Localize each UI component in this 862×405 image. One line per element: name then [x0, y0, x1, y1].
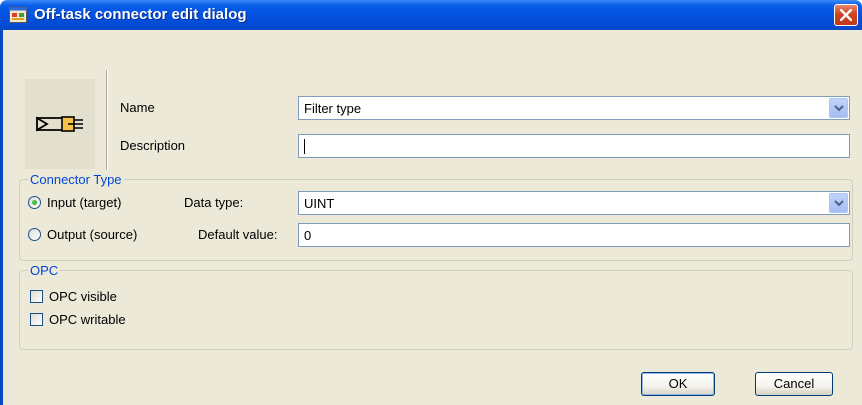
opc-legend: OPC — [28, 263, 61, 278]
vertical-divider-highlight — [107, 70, 108, 170]
close-icon — [840, 9, 852, 21]
dialog-title: Off-task connector edit dialog — [34, 6, 247, 23]
name-dropdown-button[interactable] — [829, 98, 848, 118]
cancel-button[interactable]: Cancel — [755, 372, 833, 396]
connector-icon-panel — [25, 79, 95, 169]
input-target-label[interactable]: Input (target) — [47, 195, 121, 210]
default-value-value: 0 — [304, 228, 312, 243]
output-source-label[interactable]: Output (source) — [47, 227, 137, 242]
name-combobox[interactable]: Filter type — [298, 96, 850, 120]
connector-type-legend: Connector Type — [28, 172, 124, 187]
name-value: Filter type — [304, 101, 362, 116]
default-value-field[interactable]: 0 — [298, 223, 850, 247]
output-source-radio[interactable] — [28, 228, 41, 241]
chevron-down-icon — [834, 105, 844, 112]
opc-writable-checkbox[interactable] — [30, 313, 43, 326]
text-caret — [304, 139, 305, 154]
input-target-radio[interactable] — [28, 196, 41, 209]
data-type-combobox[interactable]: UINT — [298, 191, 850, 215]
data-type-label: Data type: — [184, 195, 244, 210]
title-bar: Off-task connector edit dialog — [0, 0, 862, 30]
opc-visible-label[interactable]: OPC visible — [49, 289, 117, 304]
opc-visible-checkbox[interactable] — [30, 290, 43, 303]
data-type-value: UINT — [304, 196, 335, 211]
close-button[interactable] — [834, 4, 858, 26]
ok-button[interactable]: OK — [641, 372, 715, 396]
connector-icon — [36, 116, 83, 132]
data-type-dropdown-button[interactable] — [829, 193, 848, 213]
name-label: Name — [120, 100, 155, 115]
radio-selected-dot — [32, 200, 37, 205]
description-label: Description — [120, 138, 186, 153]
opc-writable-label[interactable]: OPC writable — [49, 312, 126, 327]
opc-group — [19, 270, 853, 350]
description-field[interactable] — [298, 134, 850, 158]
default-value-label: Default value: — [198, 227, 278, 242]
dialog-app-icon — [9, 7, 27, 23]
chevron-down-icon — [834, 200, 844, 207]
